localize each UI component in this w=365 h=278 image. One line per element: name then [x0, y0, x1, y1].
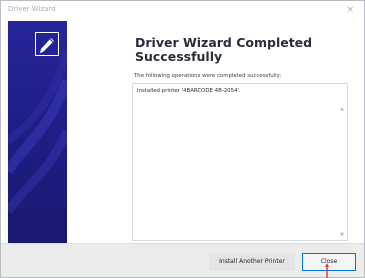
wizard-pen-icon: [35, 32, 59, 56]
scroll-up-arrow-icon[interactable]: ▲: [338, 105, 346, 113]
completion-subtext: The following operations were completed …: [134, 73, 282, 79]
wizard-sidebar-banner: [8, 21, 67, 243]
completion-heading: Driver Wizard Completed Successfully: [135, 35, 313, 64]
annotation-arrow-icon: [325, 263, 329, 278]
driver-wizard-window: Driver Wizard × Driver Wizard Completed …: [0, 0, 365, 278]
button-footer: Install Another Printer Close: [1, 243, 364, 277]
log-line: Installed printer '4BARCODE 4B-2054'.: [137, 88, 241, 94]
scroll-down-arrow-icon[interactable]: ▼: [338, 231, 346, 239]
wizard-content: Driver Wizard Completed Successfully The…: [1, 21, 364, 243]
operations-log-textbox[interactable]: Installed printer '4BARCODE 4B-2054'. ▲ …: [132, 83, 348, 241]
window-close-icon[interactable]: ×: [346, 5, 354, 15]
log-scrollbar[interactable]: ▲ ▼: [338, 85, 346, 239]
title-bar: Driver Wizard ×: [1, 1, 364, 21]
window-title: Driver Wizard: [8, 5, 56, 13]
close-button[interactable]: Close: [302, 253, 356, 271]
install-another-printer-button[interactable]: Install Another Printer: [209, 253, 295, 271]
